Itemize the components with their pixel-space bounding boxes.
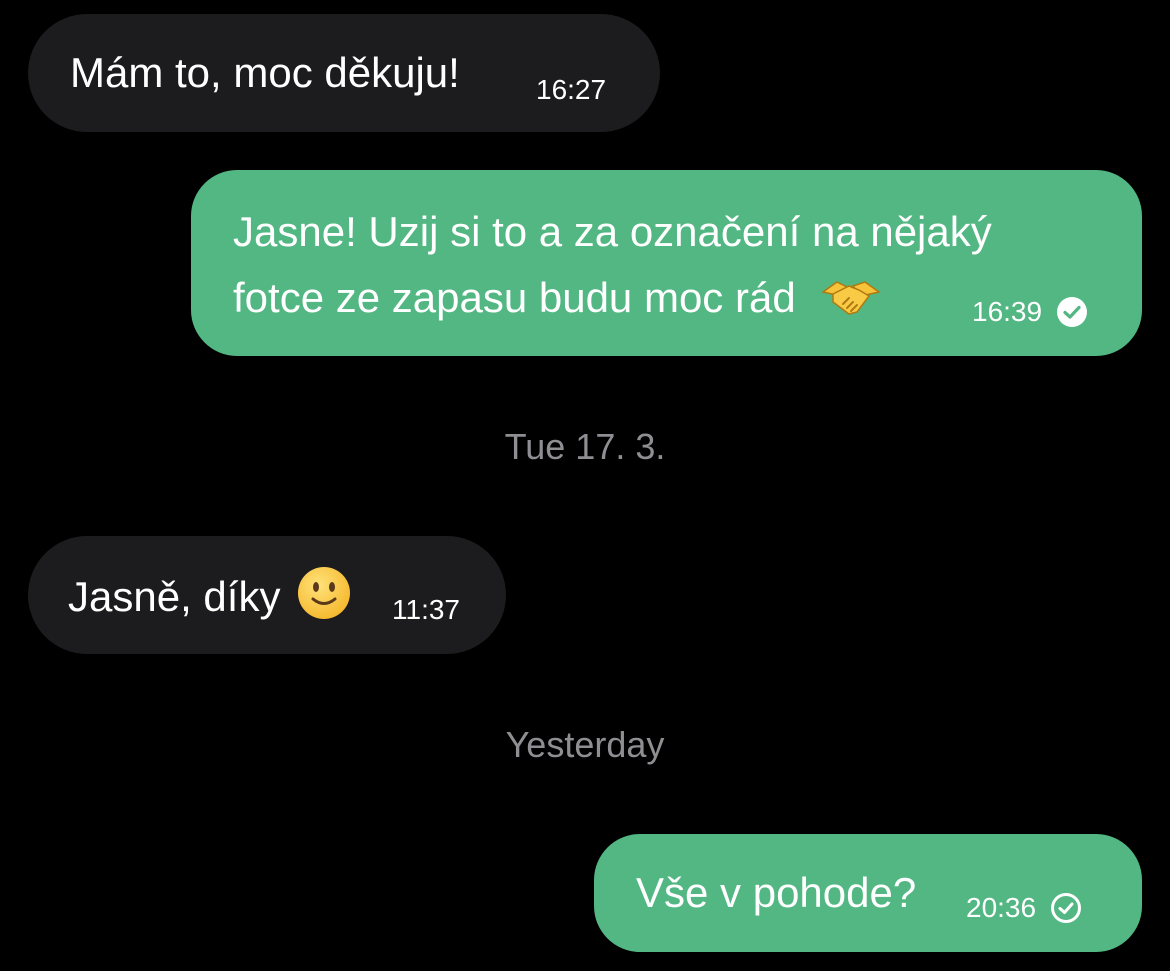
message-text-row: Jasně, díky [68,565,352,637]
message-bubble-incoming[interactable]: Jasně, díky 11:37 [28,536,506,654]
handshake-emoji [819,274,883,338]
message-text: Vše v pohode? [636,869,917,916]
message-bubble-outgoing[interactable]: Jasne! Uzij si to a za označení na nějak… [191,170,1142,356]
message-meta: 20:36 [966,892,1082,924]
message-text: Jasně, díky [68,573,281,620]
message-timestamp: 16:27 [536,74,607,105]
message-bubble-incoming[interactable]: Mám to, moc děkuju! 16:27 [28,14,660,132]
message-timestamp: 16:39 [972,296,1043,327]
message-text-line-1: Jasne! Uzij si to a za označení na nějak… [233,208,992,255]
outline-check-circle-icon [1050,892,1082,924]
message-timestamp: 20:36 [966,892,1037,923]
filled-check-circle-icon [1056,296,1088,328]
message-meta: 11:37 [392,594,460,626]
message-meta: 16:39 [972,296,1088,328]
message-text-line-2: fotce ze zapasu budu moc rád [233,268,883,338]
message-text: Mám to, moc děkuju! [70,49,460,96]
date-separator: Yesterday [505,724,665,765]
message-bubble-outgoing[interactable]: Vše v pohode? 20:36 [594,834,1142,952]
date-separator: Tue 17. 3. [504,426,666,467]
message-timestamp: 11:37 [392,594,460,625]
message-meta: 16:27 [536,74,606,106]
message-text-content: fotce ze zapasu budu moc rád [233,274,796,321]
slightly-smiling-face-emoji [296,565,352,637]
